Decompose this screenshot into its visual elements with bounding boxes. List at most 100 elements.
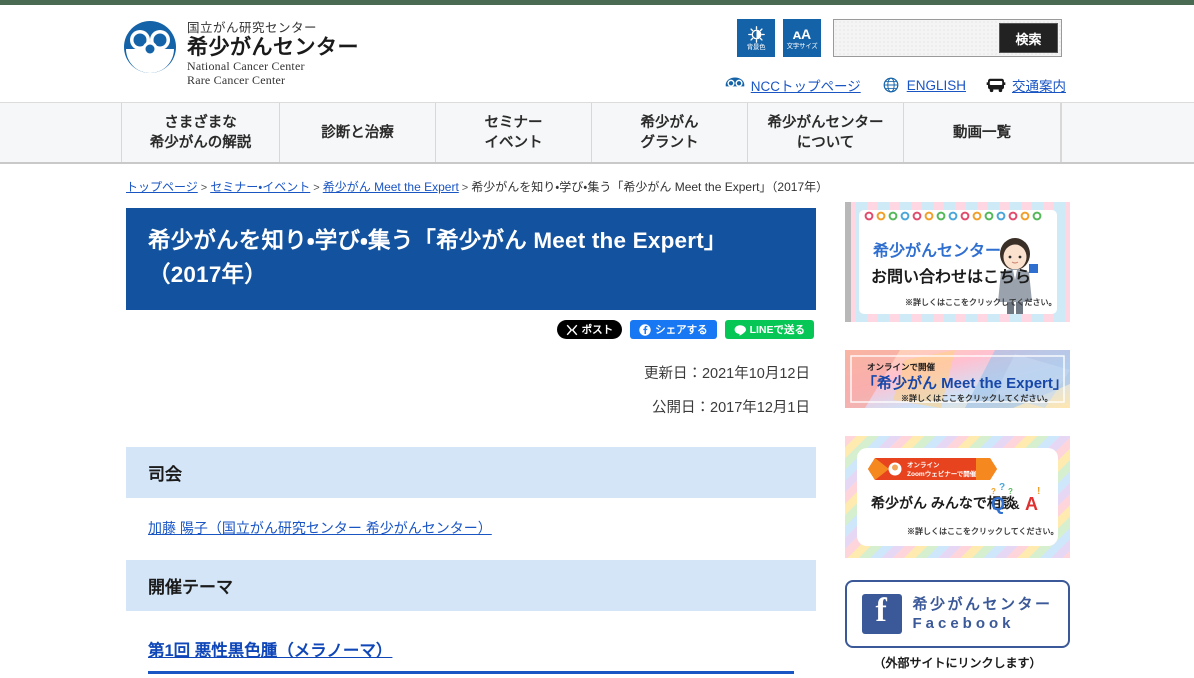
- contact-banner-image: 希少がんセンター お問い合わせはこちら ※詳しくはここをクリックしてください。: [845, 202, 1070, 322]
- svg-text:Q: Q: [991, 494, 1005, 514]
- font-size-toggle-caption: 文字サイズ: [786, 42, 818, 50]
- quicklink-access-label[interactable]: 交通案内: [1012, 75, 1066, 95]
- nav-item-line1: 希少がんセンター: [767, 114, 884, 131]
- quicklink-ncc-top[interactable]: NCCトップページ: [725, 75, 861, 95]
- svg-text:希少がんセンター: 希少がんセンター: [873, 241, 1001, 260]
- svg-text:オンラインで開催: オンラインで開催: [867, 362, 936, 372]
- nav-item-line1: セミナー: [484, 114, 543, 131]
- date-info: 更新日：2021年10月12日 公開日：2017年12月1日: [126, 357, 816, 425]
- facebook-icon: [862, 592, 903, 634]
- breadcrumb-separator: >: [313, 182, 320, 194]
- line-icon: [734, 324, 746, 336]
- search-box: 検索: [833, 19, 1062, 57]
- section-body-moderator: 加藤 陽子（国立がん研究センター 希少がんセンター）: [126, 498, 816, 538]
- section-heading-theme: 開催テーマ: [126, 560, 816, 611]
- nav-item-line2: グラント: [640, 134, 699, 151]
- font-size-toggle[interactable]: ᴀA 文字サイズ: [783, 19, 821, 57]
- breadcrumb-item-seminar[interactable]: セミナー・イベント: [210, 180, 310, 194]
- nav-left-spacer: [0, 103, 122, 162]
- facebook-icon: [639, 323, 651, 336]
- x-share-label: ポスト: [581, 324, 614, 336]
- logo-line-1: 国立がん研究センター: [187, 21, 318, 35]
- svg-text:※詳しくはここをクリックしてください。: ※詳しくはここをクリックしてください。: [907, 526, 1059, 536]
- nav-item-seminar-event[interactable]: セミナー イベント: [436, 103, 592, 162]
- sidebar: 希少がんセンター お問い合わせはこちら ※詳しくはここをクリックしてください。: [845, 202, 1070, 671]
- rare-cancer-center-logo-icon: [124, 21, 176, 73]
- facebook-share-button[interactable]: シェアする: [630, 320, 717, 339]
- ncc-logo-icon: [725, 77, 745, 93]
- section-heading-moderator: 司会: [126, 447, 816, 498]
- updated-date: 更新日：2021年10月12日: [643, 366, 810, 382]
- quicklink-english[interactable]: ENGLISH: [881, 77, 966, 93]
- contact-banner[interactable]: 希少がんセンター お問い合わせはこちら ※詳しくはここをクリックしてください。: [845, 202, 1070, 322]
- qa-consultation-banner-image: オンライン Zoomウェビナーで開催 希少がん みんなで相談 ? ? ? Q &…: [845, 436, 1070, 558]
- main-column: 希少がんを知り・学び・集う「希少がん Meet the Expert」 （201…: [126, 208, 816, 674]
- svg-text:?: ?: [999, 482, 1005, 493]
- svg-text:※詳しくはここをクリックしてください。: ※詳しくはここをクリックしてください。: [901, 393, 1053, 403]
- quicklink-english-label[interactable]: ENGLISH: [907, 78, 966, 93]
- nav-item-rare-cancer-explanations[interactable]: さまざまな 希少がんの解説: [122, 103, 280, 162]
- line-share-label: LINEで送る: [749, 324, 805, 336]
- x-icon: [566, 324, 577, 335]
- x-share-button[interactable]: ポスト: [556, 320, 623, 339]
- facebook-banner-title-line1: 希少がんセンター: [912, 596, 1053, 613]
- site-logo[interactable]: 国立がん研究センター 希少がんセンター National Cancer Cent…: [122, 19, 359, 87]
- quicklink-ncc-top-label[interactable]: NCCトップページ: [751, 75, 861, 95]
- facebook-banner-title-line2: Facebook: [912, 615, 1015, 632]
- search-input[interactable]: [834, 20, 999, 56]
- svg-text:!: !: [1037, 486, 1040, 497]
- qa-consultation-banner[interactable]: オンライン Zoomウェビナーで開催 希少がん みんなで相談 ? ? ? Q &…: [845, 436, 1070, 558]
- page-title-line2: （2017年）: [148, 262, 267, 287]
- logo-line-2: 希少がんセンター: [187, 36, 359, 59]
- quicklink-access[interactable]: 交通案内: [986, 75, 1066, 95]
- nav-right-spacer: [1061, 103, 1194, 162]
- svg-text:Zoomウェビナーで開催: Zoomウェビナーで開催: [907, 469, 977, 478]
- page-title-line1: 希少がんを知り・学び・集う「希少がん Meet the Expert」: [148, 228, 727, 253]
- logo-line-3: National Cancer Center: [187, 59, 305, 73]
- background-color-toggle-caption: 背景色: [746, 43, 766, 51]
- facebook-banner[interactable]: 希少がんセンター Facebook （外部サイトにリンクします）: [845, 580, 1070, 671]
- breadcrumb: トップページ > セミナー・イベント > 希少がん Meet the Expert > 希少…: [126, 178, 828, 195]
- nav-item-line1: 動画一覧: [953, 124, 1011, 141]
- share-buttons: ポスト シェアする LINEで送る: [126, 320, 816, 339]
- site-header: 国立がん研究センター 希少がんセンター National Cancer Cent…: [0, 5, 1194, 102]
- breadcrumb-item-top[interactable]: トップページ: [126, 180, 198, 194]
- svg-text:?: ?: [1008, 487, 1013, 496]
- nav-item-about-center[interactable]: 希少がんセンター について: [748, 103, 904, 162]
- header-quicklinks: NCCトップページ ENGLISH 交通案内: [725, 75, 1066, 95]
- search-button[interactable]: 検索: [999, 23, 1058, 53]
- svg-text:A: A: [1025, 494, 1038, 514]
- meet-the-expert-banner[interactable]: オンラインで開催 「希少がん Meet the Expert」 ※詳しくはここを…: [845, 350, 1070, 408]
- nav-item-line2: 希少がんの解説: [149, 134, 252, 151]
- published-date: 公開日：2017年12月1日: [652, 400, 810, 416]
- facebook-banner-box[interactable]: 希少がんセンター Facebook: [845, 580, 1070, 648]
- theme-divider: [148, 671, 794, 674]
- nav-item-line1: 診断と治療: [321, 124, 394, 141]
- background-color-toggle[interactable]: 背景色: [737, 19, 775, 57]
- theme-link-session-1[interactable]: 第1回 悪性黒色腫（メラノーマ）: [148, 637, 392, 661]
- section-body-theme: 第1回 悪性黒色腫（メラノーマ）: [126, 611, 816, 674]
- page-body: トップページ > セミナー・イベント > 希少がん Meet the Expert > 希少…: [0, 164, 1194, 678]
- nav-item-diagnosis-treatment[interactable]: 診断と治療: [280, 103, 436, 162]
- header-utilities: 背景色 ᴀA 文字サイズ 検索: [737, 19, 1062, 57]
- breadcrumb-item-meet-the-expert[interactable]: 希少がん Meet the Expert: [323, 180, 459, 194]
- svg-text:「希少がん Meet the Expert」: 「希少がん Meet the Expert」: [862, 374, 1068, 392]
- svg-text:お問い合わせはこちら: お問い合わせはこちら: [871, 267, 1031, 286]
- globe-icon: [883, 77, 899, 93]
- font-size-icon: ᴀA: [792, 25, 812, 42]
- moderator-link[interactable]: 加藤 陽子（国立がん研究センター 希少がんセンター）: [148, 520, 492, 536]
- facebook-share-label: シェアする: [655, 324, 708, 336]
- brightness-icon: [747, 25, 765, 43]
- nav-item-rare-cancer-grant[interactable]: 希少がん グラント: [592, 103, 748, 162]
- nav-item-line2: イベント: [484, 134, 543, 151]
- svg-text:&: &: [1011, 498, 1020, 512]
- nav-item-line1: 希少がん: [640, 114, 699, 131]
- nav-item-video-list[interactable]: 動画一覧: [904, 103, 1061, 162]
- global-navigation: さまざまな 希少がんの解説 診断と治療 セミナー イベント 希少がん グラント …: [0, 102, 1194, 164]
- logo-line-4: Rare Cancer Center: [187, 72, 286, 87]
- svg-text:オンライン: オンライン: [907, 461, 940, 469]
- line-share-button[interactable]: LINEで送る: [724, 320, 814, 339]
- facebook-banner-note: （外部サイトにリンクします）: [873, 656, 1042, 670]
- nav-item-line1: さまざまな: [164, 114, 237, 131]
- breadcrumb-separator: >: [461, 182, 469, 194]
